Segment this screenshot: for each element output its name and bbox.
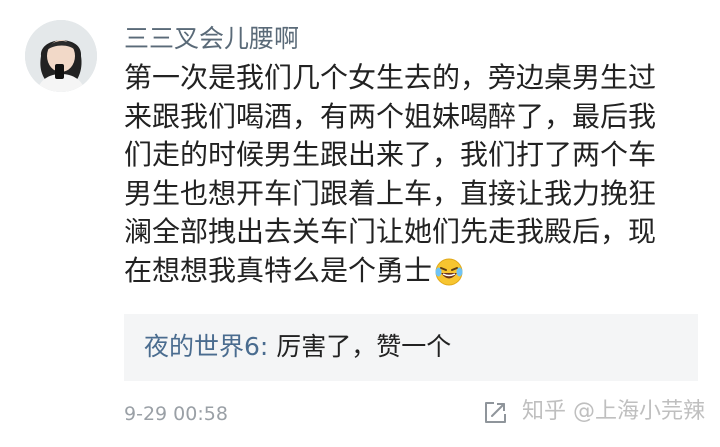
share-icon[interactable] (482, 400, 508, 426)
reply-text: 厉害了，赞一个 (268, 332, 452, 361)
avatar[interactable] (25, 20, 97, 92)
reply-line: 夜的世界6: 厉害了，赞一个 (144, 330, 451, 364)
comment-timestamp: 9-29 00:58 (124, 403, 228, 425)
avatar-photo (25, 20, 97, 92)
comment-line: 男生也想开车门跟着上车，直接让我力挽狂 (124, 176, 657, 210)
comment-line-last: 在想想我真特么是个勇士 (124, 252, 694, 298)
laughing-crying-emoji-icon (434, 257, 464, 298)
comment-body: 第一次是我们几个女生去的，旁边桌男生过 来跟我们喝酒，有两个姐妹喝醉了，最后我 … (124, 59, 694, 297)
comment-line: 来跟我们喝酒，有两个姐妹喝醉了，最后我 (124, 99, 657, 133)
comment-line: 第一次是我们几个女生去的，旁边桌男生过 (124, 61, 657, 94)
reply-author[interactable]: 夜的世界6: (144, 332, 268, 361)
comment-line: 澜全部拽出去关车门让她们先走我殿后，现 (124, 215, 657, 248)
comment-line: 们走的时候男生跟出来了，我们打了两个车 (124, 138, 657, 171)
reply-box: 夜的世界6: 厉害了，赞一个 (124, 314, 698, 381)
watermark: 知乎 @上海小芫辣 (522, 399, 705, 424)
comment-line-text: 在想想我真特么是个勇士 (124, 253, 433, 287)
comment-username[interactable]: 三三叉会儿腰啊 (124, 22, 299, 56)
